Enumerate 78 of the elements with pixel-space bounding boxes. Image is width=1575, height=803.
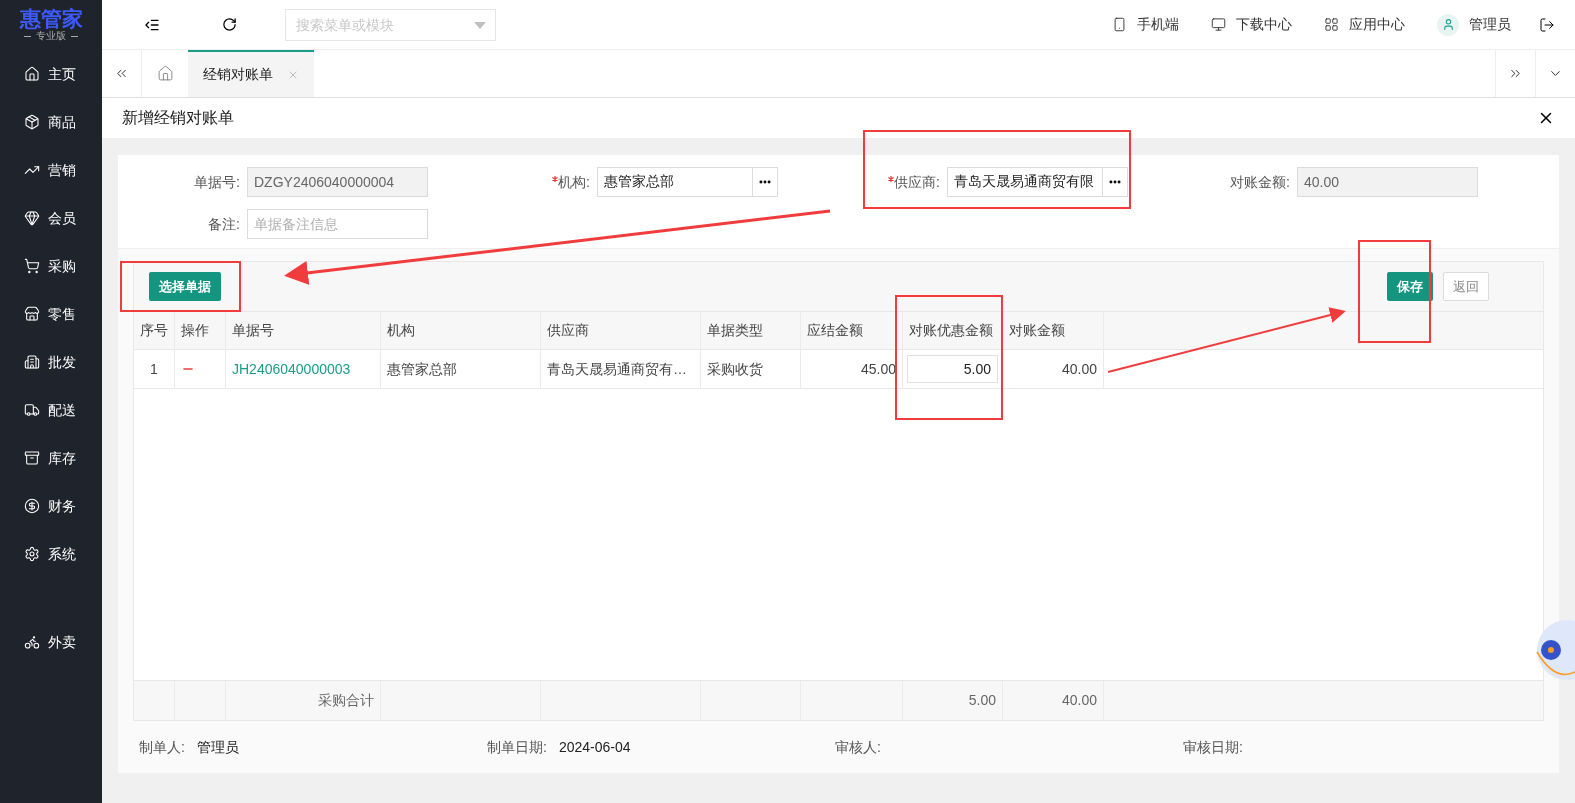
footer-label: 审核日期:: [1183, 737, 1243, 757]
grid-icon: [1324, 17, 1339, 32]
select-bills-button[interactable]: 选择单据: [149, 272, 221, 301]
cart-icon: [24, 258, 40, 274]
sidebar-item[interactable]: 采购: [0, 242, 102, 290]
archive-icon: [24, 450, 40, 466]
column-header: 机构: [381, 312, 541, 349]
logout-icon[interactable]: [1539, 16, 1555, 33]
column-header: 应结金额: [801, 312, 903, 349]
column-header: 单据号: [226, 312, 381, 349]
brand-logo: 惠管家: [19, 8, 83, 30]
table-cell: 40.00: [1003, 350, 1104, 388]
dialog-title: 新增经销对账单: [122, 108, 234, 128]
sidebar-item[interactable]: 零售: [0, 290, 102, 338]
back-button[interactable]: 返回: [1443, 272, 1489, 301]
box-icon: [24, 114, 40, 130]
sidebar-item[interactable]: 外卖: [0, 618, 102, 666]
diamond-icon: [24, 210, 40, 226]
building-icon: [24, 354, 40, 370]
footer-label: 制单日期:: [487, 737, 547, 757]
sidebar-item[interactable]: 配送: [0, 386, 102, 434]
truck-icon: [24, 402, 40, 418]
input-field[interactable]: 惠管家总部: [597, 167, 753, 197]
shop-icon: [24, 306, 40, 322]
field-label: 供应商:: [894, 172, 940, 192]
refresh-icon[interactable]: [222, 17, 237, 32]
sidebar-item[interactable]: 财务: [0, 482, 102, 530]
column-header: 序号: [134, 312, 175, 349]
sidebar-item[interactable]: 商品: [0, 98, 102, 146]
footer-label: 审核人:: [835, 737, 881, 757]
table-cell: 惠管家总部: [381, 350, 541, 388]
footer-value: 管理员: [196, 737, 239, 757]
column-header: 单据类型: [701, 312, 801, 349]
header-link[interactable]: 手机端: [1112, 14, 1179, 35]
discount-input[interactable]: 5.00: [907, 355, 998, 383]
column-header: 操作: [175, 312, 226, 349]
footer-label: 制单人:: [139, 737, 185, 757]
bill-link[interactable]: JH2406040000003: [232, 358, 351, 380]
sidebar-item[interactable]: 会员: [0, 194, 102, 242]
table-cell: 采购收货: [701, 350, 801, 388]
user-avatar-icon: [1437, 13, 1459, 36]
save-button[interactable]: 保存: [1387, 272, 1433, 301]
table-cell: 青岛天晟易通商贸有…: [541, 350, 701, 388]
total-label: 采购合计: [226, 681, 381, 720]
more-button[interactable]: [753, 167, 778, 197]
table-cell: 40.00: [1003, 681, 1104, 720]
field-label: 备注:: [208, 214, 240, 234]
column-header: 对账优惠金额: [903, 312, 1003, 349]
input-field[interactable]: 单据备注信息: [247, 209, 428, 239]
bike-icon: [24, 634, 40, 650]
more-button[interactable]: [1103, 167, 1128, 197]
table-cell: 5.00: [903, 681, 1003, 720]
column-header: 供应商: [541, 312, 701, 349]
monitor-icon: [1211, 17, 1226, 32]
user-name[interactable]: 管理员: [1469, 14, 1511, 35]
phone-icon: [1112, 17, 1127, 32]
table-cell: 1: [134, 350, 175, 388]
sidebar-item[interactable]: 批发: [0, 338, 102, 386]
sidebar-item[interactable]: 系统: [0, 530, 102, 578]
gear-icon: [24, 546, 40, 562]
sidebar-item[interactable]: 营销: [0, 146, 102, 194]
sidebar-item[interactable]: 主页: [0, 50, 102, 98]
home-icon: [156, 65, 174, 82]
table-cell: 45.00: [801, 350, 903, 388]
home-icon: [24, 66, 40, 82]
tab[interactable]: 经销对账单: [188, 50, 314, 97]
dropdown-icon: [474, 21, 486, 29]
sidebar-item[interactable]: 库存: [0, 434, 102, 482]
header-link[interactable]: 下载中心: [1211, 14, 1292, 35]
field-label: 机构:: [558, 172, 590, 192]
footer-value: 2024-06-04: [558, 737, 631, 757]
field-label: 单据号:: [194, 172, 240, 192]
column-header: 对账金额: [1003, 312, 1104, 349]
edition-label: 专业版: [36, 30, 66, 42]
input-field[interactable]: 青岛天晟易通商贸有限: [947, 167, 1103, 197]
field-label: 对账金额:: [1230, 172, 1290, 192]
header-link[interactable]: 应用中心: [1324, 14, 1405, 35]
coin-icon: [24, 498, 40, 514]
